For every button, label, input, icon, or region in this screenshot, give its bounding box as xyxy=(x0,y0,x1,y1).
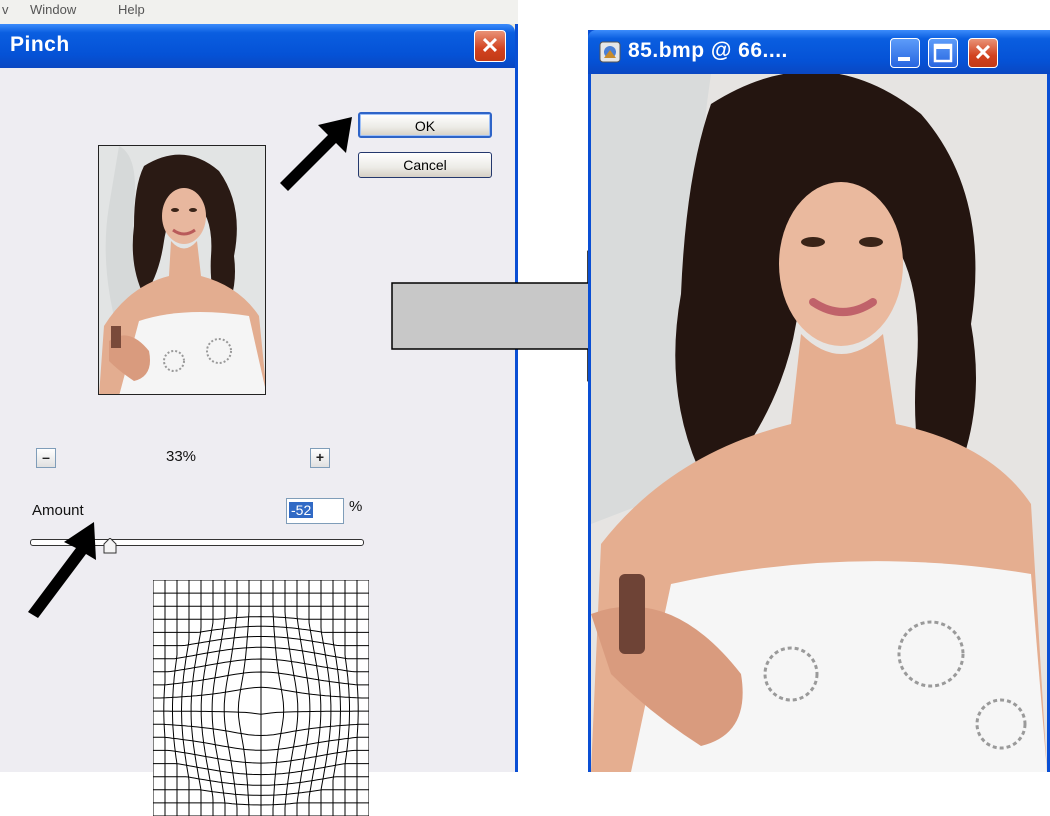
amount-input[interactable]: -52 xyxy=(286,498,344,524)
filter-preview-image[interactable] xyxy=(98,145,266,395)
close-icon: ✕ xyxy=(973,40,993,65)
document-icon xyxy=(599,41,621,63)
amount-unit: % xyxy=(349,498,363,515)
grid-line xyxy=(172,580,178,816)
distortion-grid-preview xyxy=(153,580,369,816)
cancel-button[interactable]: Cancel xyxy=(358,152,492,178)
close-icon: ✕ xyxy=(480,33,500,58)
minimize-button[interactable] xyxy=(890,38,920,68)
zoom-level: 33% xyxy=(166,448,197,465)
menu-item-cut[interactable]: v xyxy=(2,2,9,17)
grid-line xyxy=(284,580,299,816)
pinch-dialog: Pinch ✕ OK Cancel – 33% + Amount -52 % xyxy=(0,24,518,816)
grid-line xyxy=(211,580,226,816)
maximize-button[interactable] xyxy=(928,38,958,68)
ok-button[interactable]: OK xyxy=(358,112,492,138)
minus-icon: – xyxy=(42,449,50,465)
image-window-title: 85.bmp @ 66.... xyxy=(628,39,788,62)
pinch-grid xyxy=(153,580,369,816)
image-window-titlebar[interactable]: 85.bmp @ 66.... ✕ xyxy=(588,30,1050,74)
main-photo xyxy=(591,74,1047,772)
plus-icon: + xyxy=(315,449,325,465)
grid-line xyxy=(344,580,350,816)
image-window: 85.bmp @ 66.... ✕ xyxy=(588,30,1050,772)
preview-photo xyxy=(99,146,265,394)
dialog-titlebar[interactable]: Pinch ✕ xyxy=(0,24,515,68)
image-canvas[interactable] xyxy=(591,74,1047,772)
grid-line xyxy=(180,580,190,816)
dialog-body: OK Cancel – 33% + Amount -52 % xyxy=(0,68,515,816)
amount-slider-thumb[interactable] xyxy=(103,538,117,554)
grid-line xyxy=(223,580,238,816)
menu-item-window[interactable]: Window xyxy=(30,2,76,17)
menu-item-help[interactable]: Help xyxy=(118,2,145,17)
grid-line xyxy=(320,580,332,816)
close-button[interactable]: ✕ xyxy=(474,30,506,62)
grid-line xyxy=(296,580,311,816)
grid-line xyxy=(332,580,342,816)
grid-line xyxy=(272,580,285,816)
pointer-arrow-icon xyxy=(28,522,96,618)
amount-label: Amount xyxy=(32,502,84,519)
grid-line xyxy=(190,580,202,816)
pointer-arrow-icon xyxy=(280,117,352,191)
dialog-title: Pinch xyxy=(10,33,70,56)
image-close-button[interactable]: ✕ xyxy=(968,38,998,68)
maximize-icon xyxy=(933,43,953,63)
minimize-icon xyxy=(898,57,910,61)
zoom-out-button[interactable]: – xyxy=(36,448,56,468)
amount-value: -52 xyxy=(289,502,314,518)
grid-line xyxy=(237,580,250,816)
zoom-in-button[interactable]: + xyxy=(310,448,330,468)
